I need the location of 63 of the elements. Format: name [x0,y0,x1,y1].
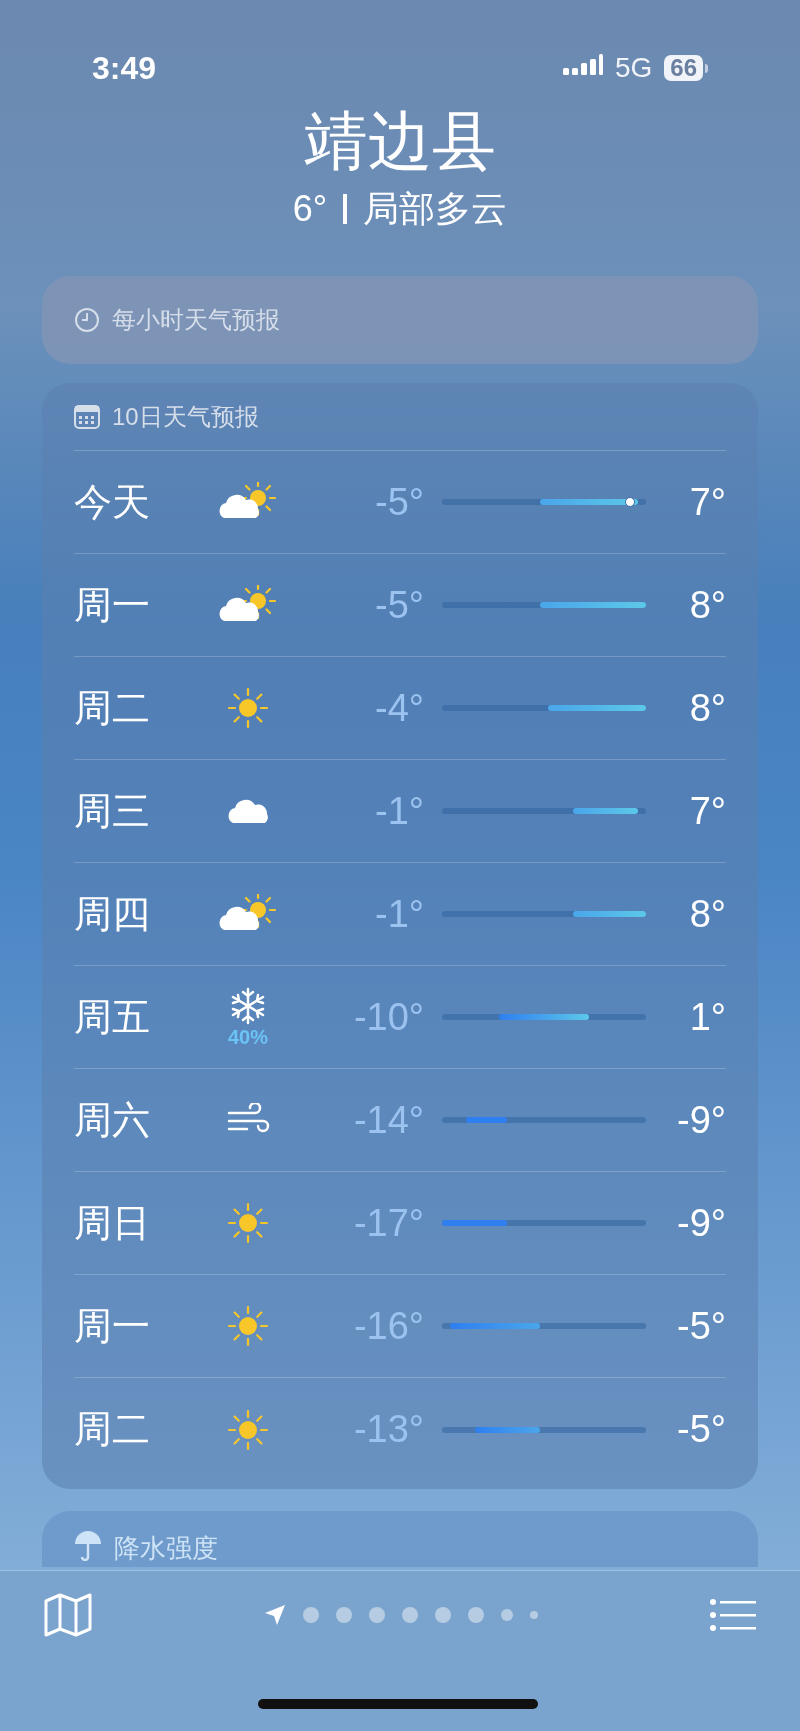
list-icon[interactable] [710,1599,756,1631]
map-icon[interactable] [44,1593,92,1637]
page-dot[interactable] [369,1607,385,1623]
low-temperature: -14° [352,1097,424,1143]
sun-icon [226,686,270,730]
day-label: 周六 [74,1097,151,1143]
low-temperature: -16° [352,1303,424,1349]
day-label: 周四 [74,891,151,937]
location-arrow-icon[interactable] [264,1604,286,1626]
weather-condition: 局部多云 [363,187,508,231]
day-label: 周二 [74,685,151,731]
umbrella-icon [74,1529,102,1561]
sun-icon [226,1304,270,1348]
high-temperature: 1° [688,994,726,1040]
low-temperature: -5° [374,479,424,525]
high-temperature: 8° [688,891,726,937]
high-temperature: -5° [676,1407,726,1452]
page-dot[interactable] [435,1607,451,1623]
low-temperature: -1° [374,891,424,937]
high-temperature: 8° [688,582,726,628]
day-label: 周五 [74,994,151,1040]
high-temperature: -9° [676,1097,726,1143]
current-temperature: 6° [292,187,328,231]
precipitation-chance: 40% [228,1026,268,1048]
day-label: 周一 [74,582,151,628]
sun-icon [226,1201,270,1245]
day-label: 周三 [74,788,151,834]
high-temperature: 7° [688,788,726,834]
clock-icon [74,307,100,333]
high-temperature: 8° [688,685,726,731]
status-time: 3:49 [92,49,157,88]
high-temperature: 7° [688,479,726,525]
temperature-range-bar [474,1426,540,1433]
precipitation-card[interactable]: 降水强度 [42,1511,758,1567]
calendar-icon [74,404,100,429]
day-label: 今天 [74,479,151,525]
day-label: 周日 [74,1200,151,1246]
page-dot[interactable] [336,1607,352,1623]
page-dot[interactable] [530,1611,538,1619]
temperature-range-bar [466,1117,508,1123]
day-label: 周二 [74,1407,151,1452]
city-name: 靖边县 [304,104,496,179]
low-temperature: -17° [352,1200,424,1246]
low-temperature: -5° [374,582,424,628]
day-label: 周一 [74,1303,151,1349]
network-type: 5G [614,51,653,85]
low-temperature: -4° [374,685,424,731]
temperature-range-bar [442,1220,508,1226]
page-dot[interactable] [501,1609,513,1621]
card-title: 每小时天气预报 [112,305,280,335]
low-temperature: -1° [374,788,424,834]
temperature-range-bar [572,808,638,814]
card-title: 降水强度 [114,1532,218,1565]
page-dot[interactable] [468,1607,484,1623]
hourly-forecast-card[interactable]: 每小时天气预报 [42,276,758,364]
high-temperature: -5° [676,1303,726,1349]
page-dot[interactable] [402,1607,418,1623]
sun-icon [226,1407,270,1452]
high-temperature: -9° [676,1200,726,1246]
low-temperature: -10° [352,994,424,1040]
card-title: 10日天气预报 [112,401,259,432]
page-dot[interactable] [303,1607,319,1623]
battery-indicator: 66 [664,55,708,81]
